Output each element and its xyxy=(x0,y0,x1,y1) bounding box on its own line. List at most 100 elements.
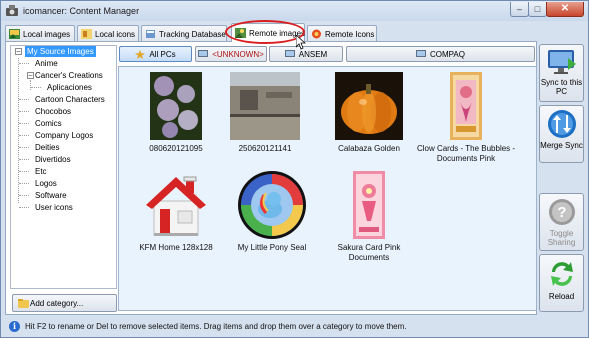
tree-guide-line xyxy=(19,207,29,208)
filter-compaq-button[interactable]: COMPAQ xyxy=(346,46,535,62)
tree-guide-line xyxy=(19,123,29,124)
image-thumbnail xyxy=(150,72,202,140)
computer-icon xyxy=(284,49,295,57)
filter-unknown-button[interactable]: <UNKNOWN> xyxy=(195,46,267,62)
add-category-label: Add category... xyxy=(30,298,84,308)
tree-guide-line xyxy=(19,195,29,196)
category-tree[interactable]: – My Source Images Anime – Cancer's Crea… xyxy=(10,45,117,289)
tree-item-cancers-creations[interactable]: Cancer's Creations xyxy=(35,70,103,81)
status-text: Hit F2 to rename or Del to remove select… xyxy=(25,321,407,331)
filter-label: ANSEM xyxy=(298,49,328,59)
tab-label: Remote Icons xyxy=(325,29,375,39)
gallery-item[interactable]: KFM Home 128x128 xyxy=(126,171,226,253)
reload-icon xyxy=(550,262,573,286)
filter-ansem-button[interactable]: ANSEM xyxy=(269,46,343,62)
tree-item-company-logos[interactable]: Company Logos xyxy=(35,130,93,141)
tab-label: Local icons xyxy=(95,29,136,39)
add-category-button[interactable]: Add category... xyxy=(12,294,117,312)
merge-label: Merge Sync xyxy=(540,141,583,150)
sync-computer-icon xyxy=(547,50,576,74)
close-button[interactable]: ✕ xyxy=(546,2,584,17)
mouse-cursor-icon xyxy=(296,35,306,50)
filter-all-pcs-button[interactable]: All PCs xyxy=(119,46,192,62)
gallery-item[interactable]: My Little Pony Seal xyxy=(222,171,322,253)
tree-guide-line xyxy=(19,183,29,184)
filter-label: COMPAQ xyxy=(430,49,465,59)
gallery-item[interactable]: 080620121095 xyxy=(126,72,226,154)
tree-guide-line xyxy=(30,80,31,90)
info-icon: i xyxy=(9,320,20,332)
gallery-item[interactable]: Sakura Card Pink Documents xyxy=(319,171,419,263)
window-title: icomancer: Content Manager xyxy=(23,6,140,16)
tab-local-images[interactable]: Local images xyxy=(5,25,75,42)
filter-label: <UNKNOWN> xyxy=(212,49,264,59)
tab-label: Local images xyxy=(23,29,71,39)
tree-guide-line xyxy=(19,135,29,136)
content-manager-window: icomancer: Content Manager – □ ✕ Local i… xyxy=(0,0,589,338)
tree-root-my-source-images[interactable]: My Source Images xyxy=(25,46,96,57)
tab-local-icons[interactable]: Local icons xyxy=(77,25,139,42)
maximize-button[interactable]: □ xyxy=(528,2,547,17)
tab-tracking-database[interactable]: Tracking Database xyxy=(141,25,227,42)
tree-item-aplicaciones[interactable]: Aplicaciones xyxy=(47,82,92,93)
image-caption: KFM Home 128x128 xyxy=(139,243,213,252)
gallery-item[interactable]: Clow Cards - The Bubbles - Documents Pin… xyxy=(416,72,516,164)
tree-item-chocobos[interactable]: Chocobos xyxy=(35,106,71,117)
image-thumbnail xyxy=(238,171,306,239)
minimize-icon: – xyxy=(516,3,522,14)
gallery-item[interactable]: 250620121141 xyxy=(215,72,315,154)
help-icon: ? xyxy=(548,199,575,225)
tree-item-etc[interactable]: Etc xyxy=(35,166,47,177)
image-thumbnail xyxy=(230,72,300,140)
close-icon: ✕ xyxy=(560,3,570,14)
tree-item-deities[interactable]: Deities xyxy=(35,142,59,153)
tree-item-comics[interactable]: Comics xyxy=(35,118,62,129)
tree-item-software[interactable]: Software xyxy=(35,190,67,201)
gallery-item[interactable]: Calabaza Golden xyxy=(319,72,419,154)
image-caption: Clow Cards - The Bubbles - Documents Pin… xyxy=(416,144,516,163)
title-bar[interactable]: icomancer: Content Manager – □ ✕ xyxy=(1,1,588,21)
app-icon xyxy=(6,5,18,16)
status-bar: i Hit F2 to rename or Del to remove sele… xyxy=(5,317,585,335)
image-gallery[interactable]: 080620121095 250620121141 Calabaza Golde… xyxy=(118,66,537,311)
sync-to-pc-button[interactable]: Sync to this PC xyxy=(539,44,584,102)
maximize-icon: □ xyxy=(534,3,541,14)
filter-label: All PCs xyxy=(149,49,176,59)
minimize-button[interactable]: – xyxy=(510,2,529,17)
star-icon xyxy=(135,49,146,59)
merge-arrows-icon xyxy=(547,110,576,138)
reload-label: Reload xyxy=(548,292,575,301)
tree-item-divertidos[interactable]: Divertidos xyxy=(35,154,71,165)
tree-guide-line xyxy=(19,147,29,148)
image-thumbnail xyxy=(450,72,482,140)
remote-images-panel: – My Source Images Anime – Cancer's Crea… xyxy=(5,41,537,315)
tree-item-logos[interactable]: Logos xyxy=(35,178,57,189)
folder-add-icon xyxy=(18,299,29,308)
reload-button[interactable]: Reload xyxy=(539,254,584,312)
image-caption: My Little Pony Seal xyxy=(237,243,307,252)
highlight-oval xyxy=(225,20,305,44)
image-caption: Calabaza Golden xyxy=(338,144,400,153)
tree-guide-line xyxy=(19,159,29,160)
home-icon xyxy=(146,176,206,236)
tree-item-user-icons[interactable]: User icons xyxy=(35,202,73,213)
tree-item-cartoon-characters[interactable]: Cartoon Characters xyxy=(35,94,105,105)
local-images-icon xyxy=(9,29,20,39)
sync-label: Sync to this PC xyxy=(540,78,583,96)
tree-guide-line xyxy=(19,111,29,112)
collapse-icon[interactable]: – xyxy=(27,72,34,79)
image-thumbnail xyxy=(335,72,403,140)
pc-filter-bar: All PCs <UNKNOWN> ANSEM COMPAQ xyxy=(119,46,537,62)
tab-remote-icons[interactable]: Remote Icons xyxy=(307,25,377,42)
tree-guide-line xyxy=(19,99,29,100)
merge-sync-button[interactable]: Merge Sync xyxy=(539,105,584,163)
collapse-icon[interactable]: – xyxy=(15,48,22,55)
action-sidebar: Sync to this PC Merge Sync ? Toggle Shar… xyxy=(539,41,585,315)
tree-guide-line xyxy=(31,87,41,88)
toggle-sharing-button[interactable]: ? Toggle Sharing xyxy=(539,193,584,251)
tree-guide-line xyxy=(18,58,19,203)
image-caption: 080620121095 xyxy=(149,144,203,153)
image-caption: 250620121141 xyxy=(238,144,292,153)
tree-item-anime[interactable]: Anime xyxy=(35,58,58,69)
toggle-label: Toggle Sharing xyxy=(547,229,576,247)
